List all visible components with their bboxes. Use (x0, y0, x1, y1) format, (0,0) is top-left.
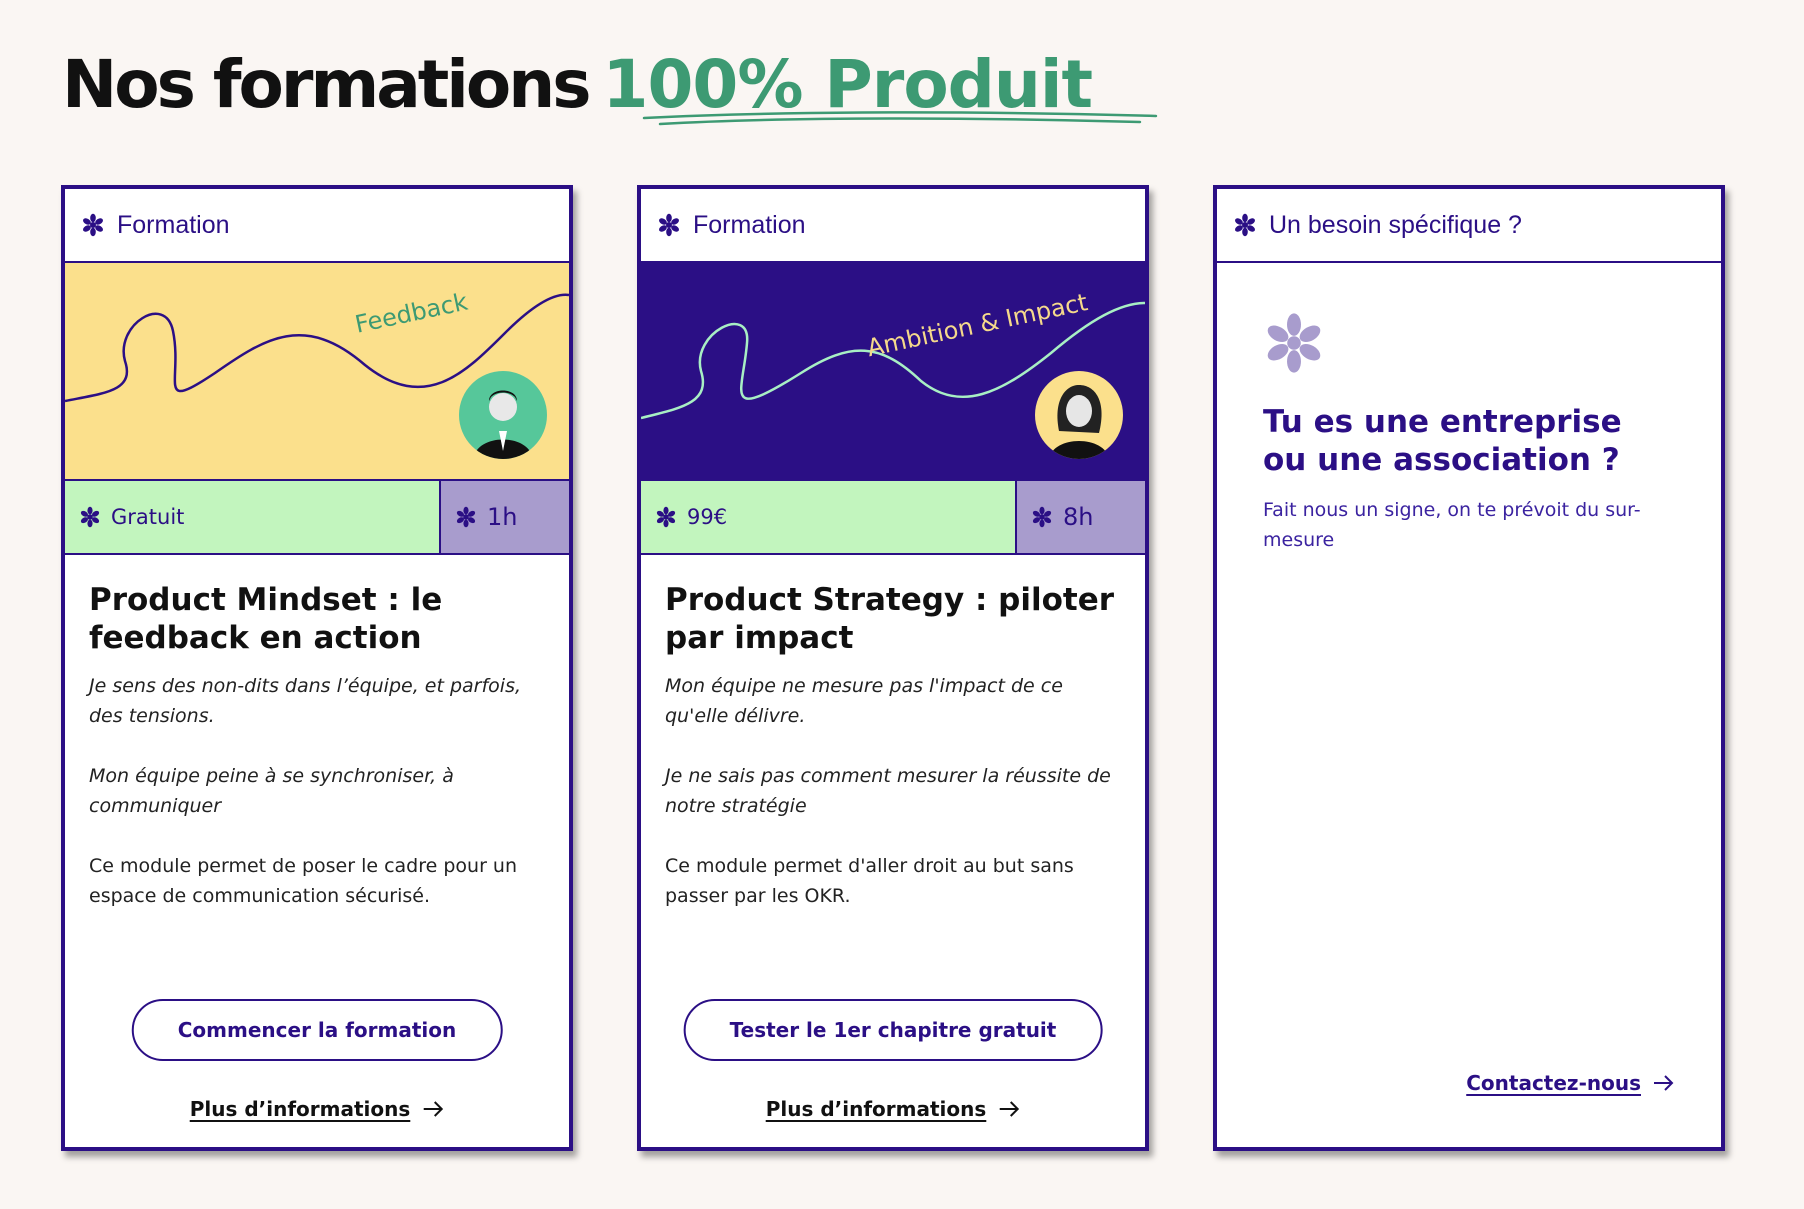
flower-icon (657, 213, 681, 237)
course-banner: Ambition & Impact (641, 263, 1145, 481)
course-pain-point: Je ne sais pas comment mesurer la réussi… (665, 765, 1111, 817)
try-free-chapter-button[interactable]: Tester le 1er chapitre gratuit (683, 999, 1103, 1061)
course-title: Product Mindset : le feedback en action (89, 582, 443, 656)
course-pain-point: Je sens des non-dits dans l’équipe, et p… (89, 675, 522, 727)
card-header-label: Formation (117, 210, 230, 239)
more-info-link[interactable]: Plus d’informations (190, 1097, 445, 1121)
duration-label: 8h (1063, 503, 1094, 531)
card-header: Formation (641, 189, 1145, 263)
course-title: Product Strategy : piloter par impact (665, 582, 1115, 656)
duration-label: 1h (487, 503, 518, 531)
duration-badge: 8h (1017, 481, 1145, 553)
specific-need-card: Un besoin spécifique ? Tu es une entrepr… (1213, 185, 1725, 1151)
card-body: Product Strategy : piloter par impact Mo… (641, 555, 1145, 1147)
special-title: Tu es une entreprise ou une association … (1263, 404, 1622, 478)
page-title-plain: Nos formations (62, 46, 592, 123)
price-label: Gratuit (111, 505, 185, 529)
card-header-label: Formation (693, 210, 806, 239)
contact-label: Contactez-nous (1466, 1071, 1641, 1095)
price-badge: 99€ (641, 481, 1017, 553)
course-card-strategy: Formation Ambition & Impact 99€ 8h Produ… (637, 185, 1149, 1151)
title-underline-scribble (642, 111, 1158, 126)
banner-text: Ambition & Impact (865, 288, 1091, 362)
flower-icon (79, 506, 101, 528)
course-meta: 99€ 8h (641, 481, 1145, 555)
arrow-right-icon (1653, 1075, 1675, 1091)
card-body: Tu es une entreprise ou une association … (1217, 263, 1721, 1147)
flower-icon (81, 213, 105, 237)
flower-icon (1263, 311, 1675, 379)
course-card-feedback: Formation Feedback Gratuit 1h Product Mi… (61, 185, 573, 1151)
flower-icon (455, 506, 477, 528)
contact-link[interactable]: Contactez-nous (1466, 1071, 1675, 1095)
course-meta: Gratuit 1h (65, 481, 569, 555)
course-pain-point: Mon équipe peine à se synchroniser, à co… (89, 765, 454, 817)
start-course-button[interactable]: Commencer la formation (131, 999, 503, 1061)
flower-icon (1233, 213, 1257, 237)
avatar (1035, 371, 1123, 459)
flower-icon (655, 506, 677, 528)
card-header: Un besoin spécifique ? (1217, 189, 1721, 263)
arrow-right-icon (998, 1101, 1020, 1117)
course-pain-point: Mon équipe ne mesure pas l'impact de ce … (665, 675, 1063, 727)
price-badge: Gratuit (65, 481, 441, 553)
more-info-link[interactable]: Plus d’informations (766, 1097, 1021, 1121)
special-text: Fait nous un signe, on te prévoit du sur… (1263, 499, 1641, 551)
more-info-label: Plus d’informations (765, 1097, 987, 1121)
duration-badge: 1h (441, 481, 569, 553)
flower-icon (1031, 506, 1053, 528)
card-header: Formation (65, 189, 569, 263)
more-info-label: Plus d’informations (189, 1097, 411, 1121)
card-header-label: Un besoin spécifique ? (1269, 210, 1522, 239)
card-body: Product Mindset : le feedback en action … (65, 555, 569, 1147)
banner-text: Feedback (353, 288, 471, 339)
course-description: Ce module permet de poser le cadre pour … (89, 855, 518, 907)
arrow-right-icon (422, 1101, 444, 1117)
course-description: Ce module permet d'aller droit au but sa… (665, 855, 1074, 907)
price-label: 99€ (687, 505, 728, 529)
avatar (459, 371, 547, 459)
course-banner: Feedback (65, 263, 569, 481)
